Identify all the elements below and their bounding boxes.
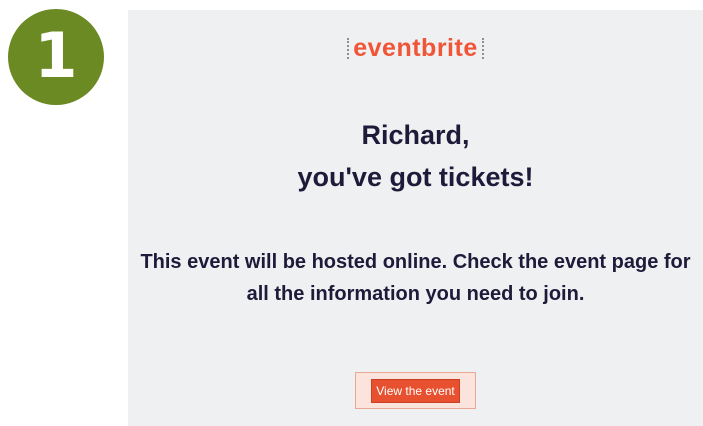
- screenshot: 1 eventbrite Richard, you've got tickets…: [0, 0, 703, 426]
- email-preview: eventbrite Richard, you've got tickets! …: [128, 10, 703, 426]
- greeting-name: Richard,: [361, 120, 470, 150]
- view-event-button-label[interactable]: View the event: [371, 378, 460, 403]
- greeting-message: you've got tickets!: [297, 162, 534, 192]
- logo-text: eventbrite: [347, 36, 485, 61]
- step-number: 1: [34, 19, 78, 92]
- step-badge: 1: [8, 9, 104, 105]
- event-info-text: This event will be hosted online. Check …: [140, 251, 691, 305]
- view-event-button[interactable]: View the event: [355, 372, 476, 409]
- eventbrite-logo: eventbrite: [128, 36, 703, 61]
